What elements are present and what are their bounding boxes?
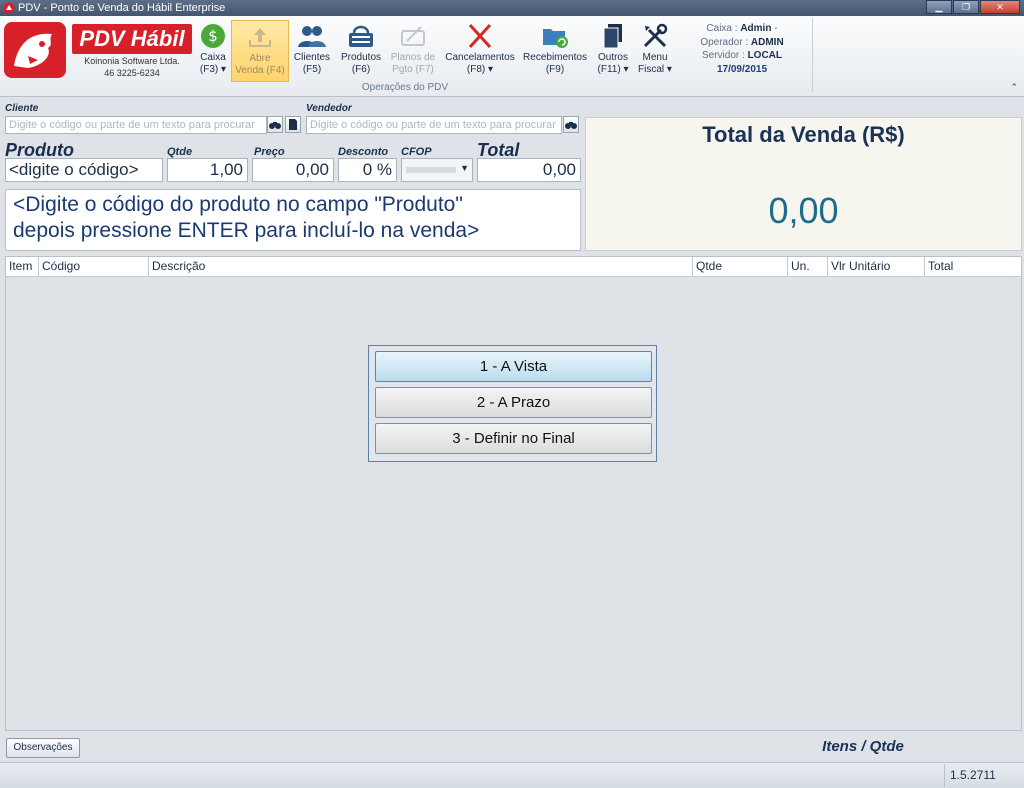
session-date: 17/09/2015: [716, 63, 768, 75]
session-info: Caixa : Admin - Operador : ADMIN Servido…: [680, 22, 804, 76]
a-vista-button[interactable]: 1 - A Vista: [375, 351, 652, 382]
ribbon-separator: [812, 18, 813, 92]
sale-total-title: Total da Venda (R$): [702, 122, 905, 147]
desconto-label: Desconto: [338, 146, 389, 158]
vendedor-input[interactable]: Digite o código ou parte de um texto par…: [306, 116, 562, 134]
a-prazo-button[interactable]: 2 - A Prazo: [375, 387, 652, 418]
cfop-label: CFOP: [401, 146, 432, 158]
basket-icon: [338, 20, 384, 52]
payment-type-dialog: 1 - A Vista 2 - A Prazo 3 - Definir no F…: [368, 345, 657, 462]
logo-brand: PDV Hábil: [72, 24, 192, 54]
app-icon: [3, 2, 15, 14]
binoculars-icon: [269, 122, 281, 129]
logo-company: Koinonia Software Ltda.: [84, 56, 180, 66]
maximize-button[interactable]: ❐: [953, 0, 979, 14]
document-icon: [289, 119, 297, 130]
col-qtde[interactable]: Qtde: [693, 257, 788, 276]
desconto-input[interactable]: 0 %: [338, 158, 397, 182]
items-grid[interactable]: Item Código Descrição Qtde Un. Vlr Unitá…: [5, 256, 1022, 731]
ribbon-toolbar: PDV Hábil Koinonia Software Ltda. 46 322…: [0, 16, 1024, 97]
qtde-input[interactable]: 1,00: [167, 158, 248, 182]
produtos-button[interactable]: Produtos (F6): [338, 20, 384, 82]
ribbon-group-label: Operações do PDV: [361, 82, 449, 93]
menu-fiscal-button[interactable]: Menu Fiscal ▾: [634, 20, 676, 82]
cfop-empty-value: [406, 167, 456, 173]
window-title: PDV - Ponto de Venda do Hábil Enterprise: [18, 2, 226, 14]
collapse-ribbon-icon[interactable]: ⌃: [1010, 82, 1018, 93]
minimize-button[interactable]: ▁: [926, 0, 952, 14]
title-bar: PDV - Ponto de Venda do Hábil Enterprise…: [0, 0, 1024, 16]
tools-icon: [634, 20, 676, 52]
grid-header: Item Código Descrição Qtde Un. Vlr Unitá…: [6, 257, 1021, 277]
dollar-icon: $: [196, 20, 230, 52]
logo-phone: 46 3225-6234: [104, 68, 160, 78]
preco-label: Preço: [254, 146, 285, 158]
sale-total-panel: Total da Venda (R$) 0,00: [585, 117, 1022, 251]
observacoes-button[interactable]: Observações: [6, 738, 80, 758]
status-bar: 1.5.2711: [0, 762, 1024, 788]
cancelamentos-button[interactable]: Cancelamentos (F8) ▾: [444, 20, 516, 82]
cliente-new-button[interactable]: [285, 116, 301, 133]
recebimentos-button[interactable]: Recebimentos (F9): [522, 20, 588, 82]
qtde-label: Qtde: [167, 146, 193, 158]
binoculars-icon: [565, 122, 577, 129]
vendedor-search-button[interactable]: [563, 116, 579, 133]
definir-no-final-button[interactable]: 3 - Definir no Final: [375, 423, 652, 454]
cfop-select[interactable]: ▼: [401, 158, 473, 182]
upload-tray-icon: [232, 21, 288, 53]
col-codigo[interactable]: Código: [39, 257, 149, 276]
clientes-button[interactable]: Clientes (F5): [292, 20, 332, 82]
close-button[interactable]: ✕: [980, 0, 1020, 14]
cliente-search-button[interactable]: [267, 116, 283, 133]
documents-icon: [594, 20, 632, 52]
col-descricao[interactable]: Descrição: [149, 257, 693, 276]
users-icon: [292, 20, 332, 52]
folder-refresh-icon: [522, 20, 588, 52]
outros-button[interactable]: Outros (F11) ▾: [594, 20, 632, 82]
main-area: Cliente Digite o código ou parte de um t…: [0, 97, 1024, 762]
logo: PDV Hábil Koinonia Software Ltda. 46 322…: [4, 20, 192, 92]
itens-qtde-label: Itens / Qtde: [822, 738, 904, 755]
chevron-down-icon: ▼: [460, 163, 469, 173]
panther-logo-icon: [4, 22, 66, 78]
instruction-panel: <Digite o código do produto no campo "Pr…: [5, 189, 581, 251]
caixa-button[interactable]: $ Caixa (F3) ▾: [196, 20, 230, 82]
col-vlr-unitario[interactable]: Vlr Unitário: [828, 257, 925, 276]
total-input: 0,00: [477, 158, 581, 182]
col-item[interactable]: Item: [6, 257, 39, 276]
x-icon: [444, 20, 516, 52]
col-un[interactable]: Un.: [788, 257, 828, 276]
produto-input[interactable]: <digite o código>: [5, 158, 163, 182]
svg-text:$: $: [208, 27, 218, 45]
abre-venda-button[interactable]: Abre Venda (F4): [231, 20, 289, 82]
preco-input[interactable]: 0,00: [252, 158, 334, 182]
planos-pgto-button[interactable]: Planos de Pgto (F7): [390, 20, 436, 82]
cliente-input[interactable]: Digite o código ou parte de um texto par…: [5, 116, 267, 134]
col-total[interactable]: Total: [925, 257, 1021, 276]
sale-total-value: 0,00: [768, 190, 839, 231]
version-label: 1.5.2711: [944, 764, 1024, 787]
card-icon: [390, 20, 436, 52]
vendedor-label: Vendedor: [306, 103, 352, 114]
cliente-label: Cliente: [5, 103, 39, 114]
